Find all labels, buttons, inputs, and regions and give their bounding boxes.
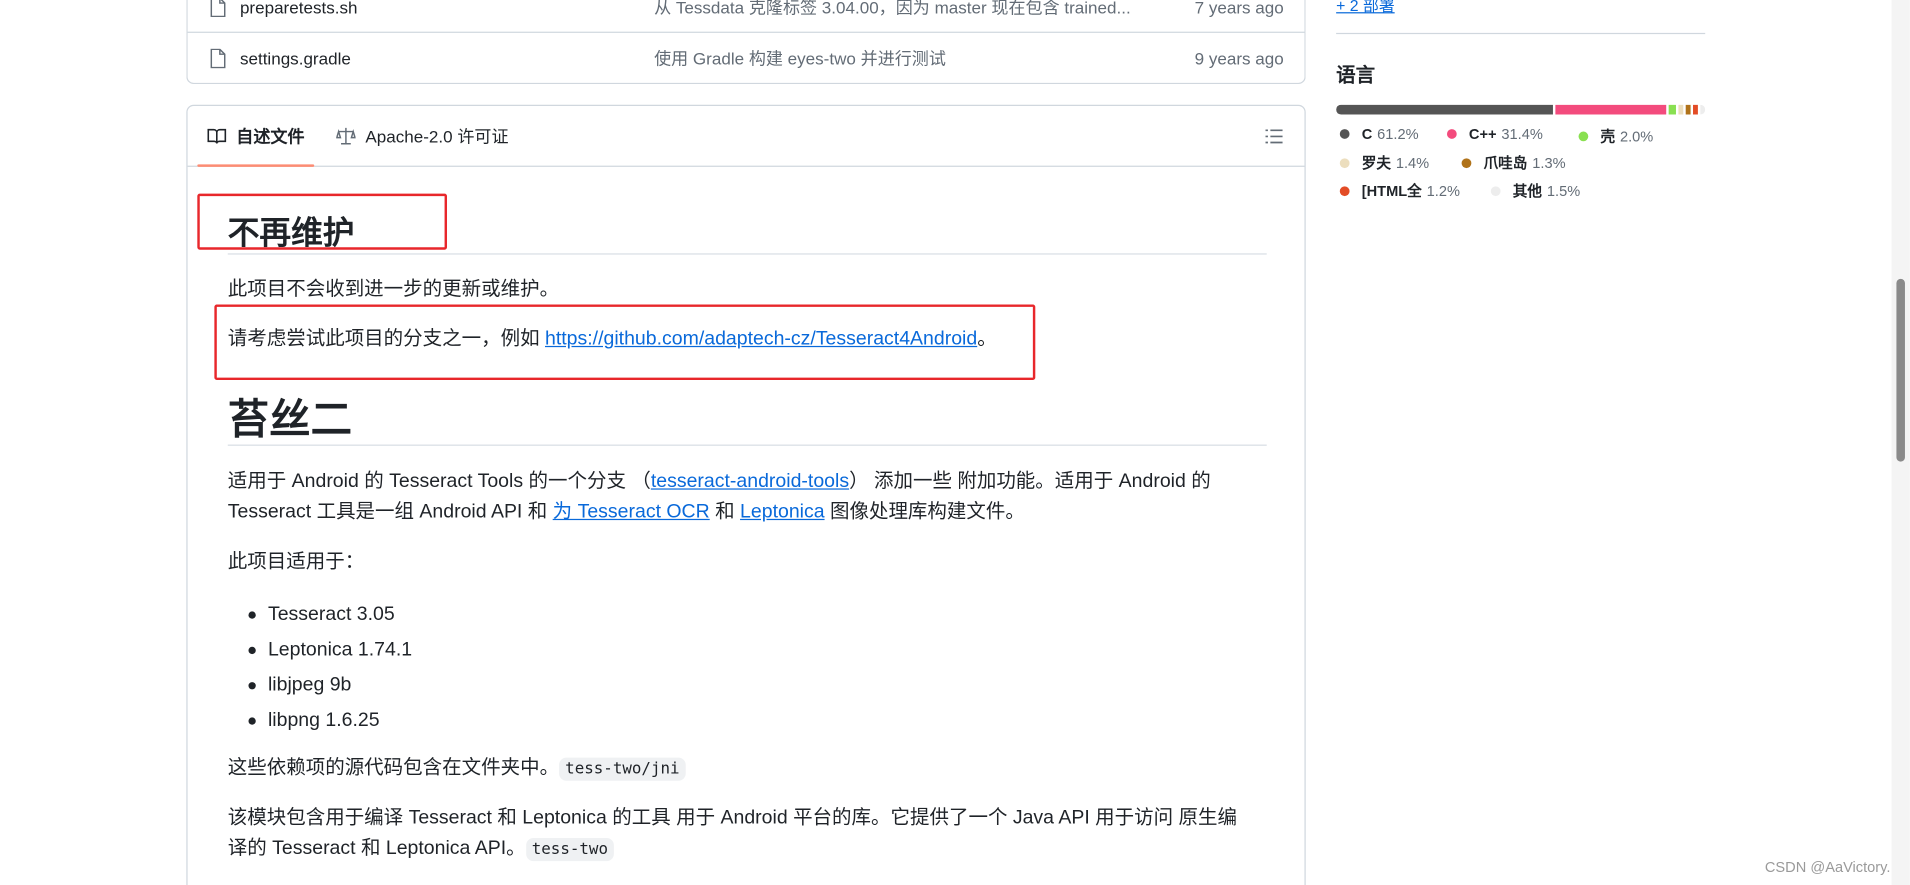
language-bar-segment	[1336, 104, 1554, 115]
language-bar-segment	[1669, 104, 1677, 115]
language-name: C	[1361, 125, 1373, 143]
language-name: 壳	[1600, 127, 1616, 145]
tab-license[interactable]: Apache-2.0 许可证	[336, 106, 509, 167]
language-percent: 1.5%	[1546, 182, 1581, 200]
file-icon	[210, 48, 226, 68]
scrollbar-thumb[interactable]	[1896, 278, 1905, 462]
tab-readme[interactable]: 自述文件	[197, 106, 315, 167]
highlight-box	[214, 304, 1036, 381]
language-percent: 31.4%	[1501, 125, 1543, 143]
language-dot	[1339, 129, 1350, 139]
language-bar-segment	[1693, 104, 1698, 115]
language-dot	[1490, 185, 1501, 196]
list-item: Tesseract 3.05	[228, 597, 412, 632]
language-name: [HTML全	[1361, 182, 1422, 200]
inline-code: tess-two/jni	[559, 757, 686, 781]
inline-code: tess-two	[525, 837, 615, 862]
file-row[interactable]: preparetests.sh 从 Tessdata 克隆标签 3.04.00，…	[187, 0, 1305, 33]
paragraph-module-line2: 译的 Tesseract 和 Leptonica API。 tess-two	[228, 833, 615, 865]
language-item[interactable]: C 61.2%	[1339, 125, 1419, 143]
deployments-link[interactable]: + 2 部署	[1336, 0, 1395, 16]
language-dot	[1446, 129, 1457, 139]
dependency-list: Tesseract 3.05 Leptonica 1.74.1 libjpeg …	[228, 597, 412, 738]
language-dot	[1578, 130, 1589, 141]
language-bar-segment	[1678, 104, 1684, 115]
language-percent: 1.2%	[1426, 182, 1461, 200]
tab-license-label: Apache-2.0 许可证	[365, 126, 509, 147]
language-name: 其他	[1512, 182, 1543, 200]
language-item[interactable]: C++ 31.4%	[1446, 125, 1543, 143]
list-item: Leptonica 1.74.1	[228, 632, 412, 667]
language-dot	[1339, 157, 1350, 168]
readme-tabs: 自述文件 Apache-2.0 许可证	[187, 106, 1305, 167]
file-list: preparetests.sh 从 Tessdata 克隆标签 3.04.00，…	[186, 0, 1306, 85]
language-name: 爪哇岛	[1483, 154, 1528, 172]
languages-title: 语言	[1336, 65, 1376, 87]
paragraph-intro-line2: Tesseract 工具是一组 Android API 和 为 Tesserac…	[227, 501, 1025, 523]
language-percent: 1.4%	[1395, 154, 1430, 172]
language-item[interactable]: 壳 2.0%	[1578, 125, 1654, 146]
language-bar-segment	[1555, 104, 1667, 115]
paragraph-intro-line1: 适用于 Android 的 Tesseract Tools 的一个分支 （tes…	[227, 471, 1211, 493]
language-percent: 2.0%	[1619, 127, 1654, 145]
law-icon	[336, 127, 356, 145]
paragraph-applies-to: 此项目适用于：	[227, 551, 365, 573]
paragraph-module-line1: 该模块包含用于编译 Tesseract 和 Leptonica 的工具 用于 A…	[227, 807, 1238, 829]
language-item[interactable]: 罗夫 1.4%	[1339, 152, 1430, 173]
leptonica-link[interactable]: Leptonica	[740, 502, 825, 523]
language-name: 罗夫	[1361, 154, 1391, 172]
paragraph-no-updates: 此项目不会收到进一步的更新或维护。	[227, 278, 560, 300]
language-percent: 1.3%	[1532, 154, 1566, 172]
list-item: libpng 1.6.25	[228, 703, 412, 738]
file-name[interactable]: settings.gradle	[240, 48, 351, 67]
commit-message[interactable]: 使用 Gradle 构建 eyes-two 并进行测试	[654, 46, 946, 70]
tab-readme-label: 自述文件	[236, 126, 305, 147]
language-name: C++	[1468, 125, 1497, 143]
list-item: libjpeg 9b	[228, 667, 412, 702]
tesseract-ocr-link[interactable]: 为 Tesseract OCR	[553, 502, 710, 523]
languages-bar	[1336, 104, 1706, 115]
tesseract-android-tools-link[interactable]: tesseract-android-tools	[651, 471, 849, 492]
commit-age: 9 years ago	[1194, 48, 1284, 68]
outline-list-icon[interactable]	[1264, 127, 1283, 146]
language-item[interactable]: [HTML全 1.2%	[1339, 180, 1461, 201]
language-dot	[1461, 157, 1472, 168]
book-icon	[207, 128, 227, 144]
page: preparetests.sh 从 Tessdata 克隆标签 3.04.00，…	[0, 0, 1910, 885]
language-percent: 61.2%	[1377, 125, 1419, 143]
language-item[interactable]: 爪哇岛 1.3%	[1461, 152, 1566, 173]
language-item[interactable]: 其他 1.5%	[1490, 180, 1581, 201]
language-bar-segment	[1699, 104, 1706, 115]
language-dot	[1339, 185, 1350, 196]
file-name[interactable]: preparetests.sh	[240, 0, 358, 17]
file-row[interactable]: settings.gradle 使用 Gradle 构建 eyes-two 并进…	[188, 33, 1305, 83]
paragraph-source-location: 这些依赖项的源代码包含在文件夹中。 tess-two/jni	[228, 753, 686, 785]
commit-age: 7 years ago	[1194, 0, 1284, 18]
watermark: CSDN @AaVictory.	[1764, 858, 1891, 876]
divider	[1336, 32, 1706, 35]
heading-project-title: 苔丝二	[227, 386, 1267, 446]
file-icon	[210, 0, 226, 18]
language-bar-segment	[1686, 104, 1691, 115]
commit-message[interactable]: 从 Tessdata 克隆标签 3.04.00，因为 master 现在包含 t…	[654, 0, 1131, 19]
highlight-box	[197, 193, 448, 250]
scrollbar[interactable]	[1891, 0, 1910, 885]
